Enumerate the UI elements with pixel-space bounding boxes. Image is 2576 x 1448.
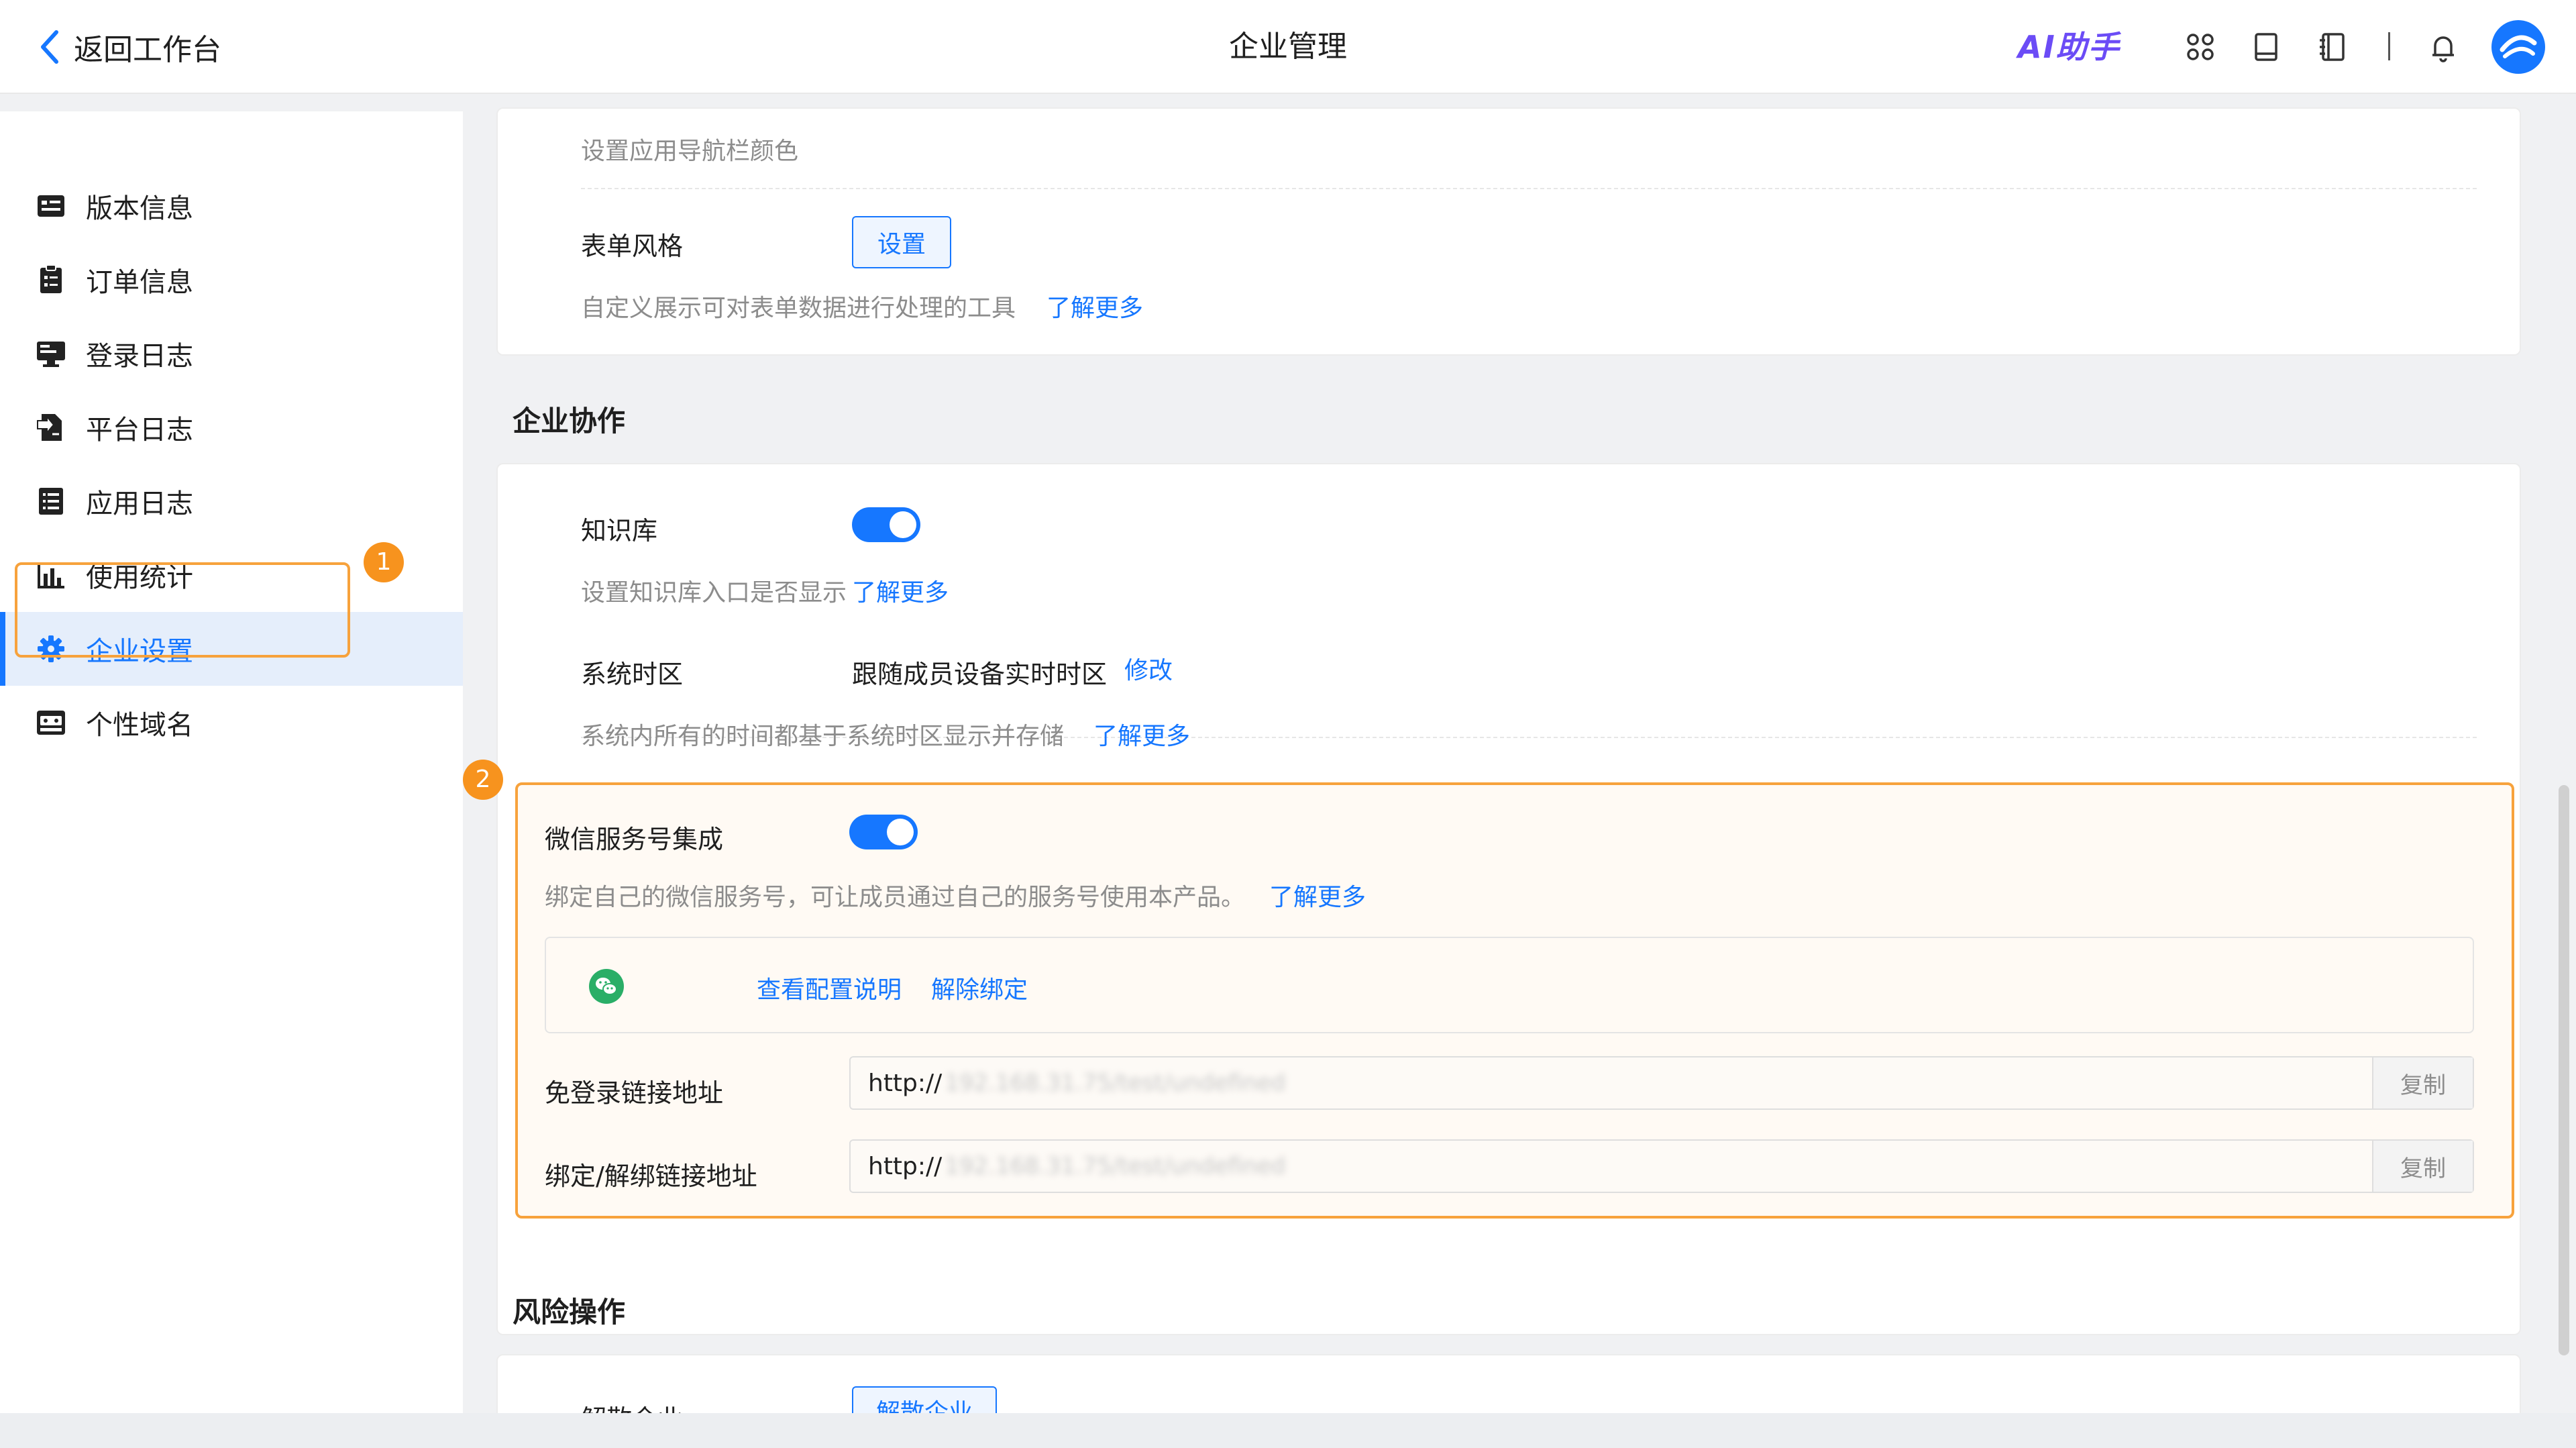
sidebar-item-version[interactable]: 版本信息 (0, 169, 463, 243)
login-log-icon (37, 342, 65, 367)
main-scrollbar[interactable] (2559, 785, 2569, 1355)
timezone-label: 系统时区 (581, 660, 684, 689)
login-url-field[interactable]: http:// 192.168.31.75/test/undefined 复制 (849, 1056, 2474, 1110)
kb-learn-more-link[interactable]: 了解更多 (852, 573, 949, 608)
login-url-label: 免登录链接地址 (545, 1078, 724, 1108)
avatar[interactable] (2491, 20, 2545, 74)
sidebar-item-label: 版本信息 (86, 193, 193, 224)
callout-badge-1: 1 (364, 542, 404, 582)
kb-toggle[interactable] (852, 507, 920, 542)
kb-desc: 设置知识库入口是否显示 (581, 579, 847, 607)
notebook-icon[interactable] (2316, 30, 2351, 64)
sidebar-item-order[interactable]: 订单信息 (0, 243, 463, 317)
wechat-learn-more-link[interactable]: 了解更多 (1269, 878, 1366, 913)
sidebar: 版本信息 订单信息 登录日志 平台日志 应用日志 使用统计 企业设置 个性域名 (0, 111, 463, 1413)
sidebar-item-app-log[interactable]: 应用日志 (0, 464, 463, 538)
section-title-collab: 企业协作 (513, 405, 626, 437)
timezone-desc: 系统内所有的时间都基于系统时区显示并存储 (581, 723, 1065, 750)
main-content: 设置应用导航栏颜色 表单风格 设置 自定义展示可对表单数据进行处理的工具 了解更… (463, 107, 2576, 1448)
bind-url-label: 绑定/解绑链接地址 (545, 1161, 757, 1191)
sidebar-item-label: 登录日志 (86, 341, 193, 372)
wechat-integration-desc: 绑定自己的微信服务号，可让成员通过自己的服务号使用本产品。 (545, 884, 1246, 911)
view-config-link[interactable]: 查看配置说明 (757, 970, 902, 1005)
stats-icon (38, 563, 64, 588)
sidebar-item-platform-log[interactable]: 平台日志 (0, 391, 463, 464)
bind-url-field[interactable]: http:// 192.168.31.75/test/undefined 复制 (849, 1139, 2474, 1193)
book-icon[interactable] (2249, 30, 2284, 64)
login-url-copy-button[interactable]: 复制 (2372, 1057, 2473, 1108)
app-log-icon (39, 488, 63, 515)
wechat-integration-panel: 微信服务号集成 绑定自己的微信服务号，可让成员通过自己的服务号使用本产品。 了解… (515, 782, 2514, 1219)
avatar-logo-icon (2500, 35, 2537, 58)
apps-icon[interactable] (2183, 30, 2218, 64)
app-settings-card: 设置应用导航栏颜色 表单风格 设置 自定义展示可对表单数据进行处理的工具 了解更… (496, 107, 2521, 356)
wechat-integration-toggle[interactable] (849, 815, 918, 849)
form-style-learn-more-link[interactable]: 了解更多 (1046, 289, 1143, 323)
bind-url-prefix: http:// (868, 1152, 943, 1180)
ai-assistant-button[interactable]: AI助手 (2018, 25, 2121, 68)
bell-icon[interactable] (2426, 30, 2461, 64)
sidebar-item-label: 使用统计 (86, 562, 193, 593)
divider (581, 188, 2477, 189)
login-url-prefix: http:// (868, 1069, 943, 1097)
login-url-value: 192.168.31.75/test/undefined (945, 1070, 1286, 1096)
sidebar-item-label: 订单信息 (86, 267, 193, 298)
form-style-set-button[interactable]: 设置 (852, 216, 951, 268)
sidebar-item-login-log[interactable]: 登录日志 (0, 317, 463, 391)
domain-icon (37, 711, 65, 735)
bind-url-value: 192.168.31.75/test/undefined (945, 1153, 1286, 1180)
sidebar-item-enterprise-settings[interactable]: 企业设置 (0, 612, 463, 686)
sidebar-item-label: 应用日志 (86, 488, 193, 519)
sidebar-item-domain[interactable]: 个性域名 (0, 686, 463, 760)
section-title-risk: 风险操作 (513, 1296, 626, 1329)
kb-label: 知识库 (581, 516, 658, 546)
bind-url-copy-button[interactable]: 复制 (2372, 1141, 2473, 1192)
timezone-learn-more-link[interactable]: 了解更多 (1093, 717, 1190, 752)
unbind-link[interactable]: 解除绑定 (931, 970, 1028, 1005)
gear-icon (38, 635, 64, 662)
nav-color-desc: 设置应用导航栏颜色 (581, 138, 799, 165)
sidebar-item-label: 个性域名 (86, 710, 193, 741)
timezone-edit-link[interactable]: 修改 (1124, 651, 1173, 686)
version-icon (38, 195, 64, 217)
form-style-label: 表单风格 (581, 231, 684, 261)
bottom-strip (0, 1413, 2576, 1448)
platform-log-icon (37, 414, 62, 441)
form-style-desc: 自定义展示可对表单数据进行处理的工具 (581, 295, 1016, 322)
sidebar-item-label: 平台日志 (86, 415, 193, 446)
toolbar-divider (2388, 32, 2390, 60)
wechat-integration-label: 微信服务号集成 (545, 825, 724, 854)
order-icon (40, 264, 62, 293)
wechat-icon (589, 969, 624, 1004)
timezone-value: 跟随成员设备实时时区 (852, 660, 1108, 689)
wechat-account-box: 查看配置说明 解除绑定 (545, 937, 2474, 1033)
top-bar: 返回工作台 企业管理 AI助手 (0, 0, 2576, 94)
callout-badge-2: 2 (463, 760, 503, 800)
sidebar-item-label: 企业设置 (86, 636, 193, 667)
